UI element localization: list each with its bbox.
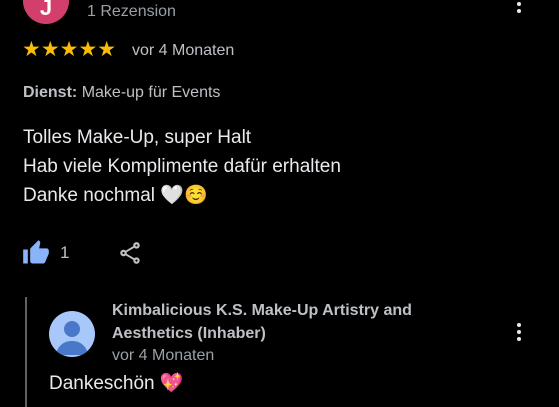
review-text-line: Danke nochmal 🤍☺️ bbox=[23, 185, 208, 206]
reply-divider bbox=[25, 297, 27, 407]
person-icon bbox=[56, 321, 88, 355]
review-text-line: Tolles Make-Up, super Halt bbox=[23, 127, 252, 148]
service-value: Make-up für Events bbox=[81, 84, 221, 101]
reply-more-button[interactable] bbox=[507, 320, 531, 344]
thumb-up-icon bbox=[23, 240, 49, 264]
reviewer-avatar-letter: J bbox=[39, 0, 53, 20]
share-icon bbox=[120, 242, 140, 264]
review-text: Tolles Make-Up, super Halt Hab viele Kom… bbox=[23, 123, 341, 210]
more-vert-icon-dot bbox=[517, 9, 521, 13]
more-vert-icon-dot bbox=[517, 330, 521, 334]
review-more-button[interactable] bbox=[507, 0, 531, 16]
reviewer-avatar[interactable]: J bbox=[23, 0, 69, 24]
service-line: Dienst: Make-up für Events bbox=[23, 84, 220, 102]
star-rating: ★★★★★ bbox=[22, 38, 117, 61]
owner-reply-text: Dankeschön 💖 bbox=[49, 373, 184, 394]
more-vert-icon-dot bbox=[517, 337, 521, 341]
reviewer-review-count: 1 Rezension bbox=[87, 3, 176, 20]
review-text-line: Hab viele Komplimente dafür erhalten bbox=[23, 156, 341, 177]
service-label: Dienst: bbox=[23, 84, 78, 101]
share-button[interactable] bbox=[117, 240, 143, 271]
like-button[interactable]: 1 bbox=[22, 239, 69, 267]
review-age: vor 4 Monaten bbox=[132, 42, 235, 59]
more-vert-icon bbox=[517, 323, 521, 327]
more-vert-icon-dot bbox=[517, 2, 521, 6]
owner-name: Kimbalicious K.S. Make-Up Artistry and A… bbox=[112, 302, 412, 342]
owner-reply-age: vor 4 Monaten bbox=[112, 347, 215, 364]
like-count: 1 bbox=[60, 243, 70, 262]
owner-avatar[interactable] bbox=[49, 311, 95, 357]
